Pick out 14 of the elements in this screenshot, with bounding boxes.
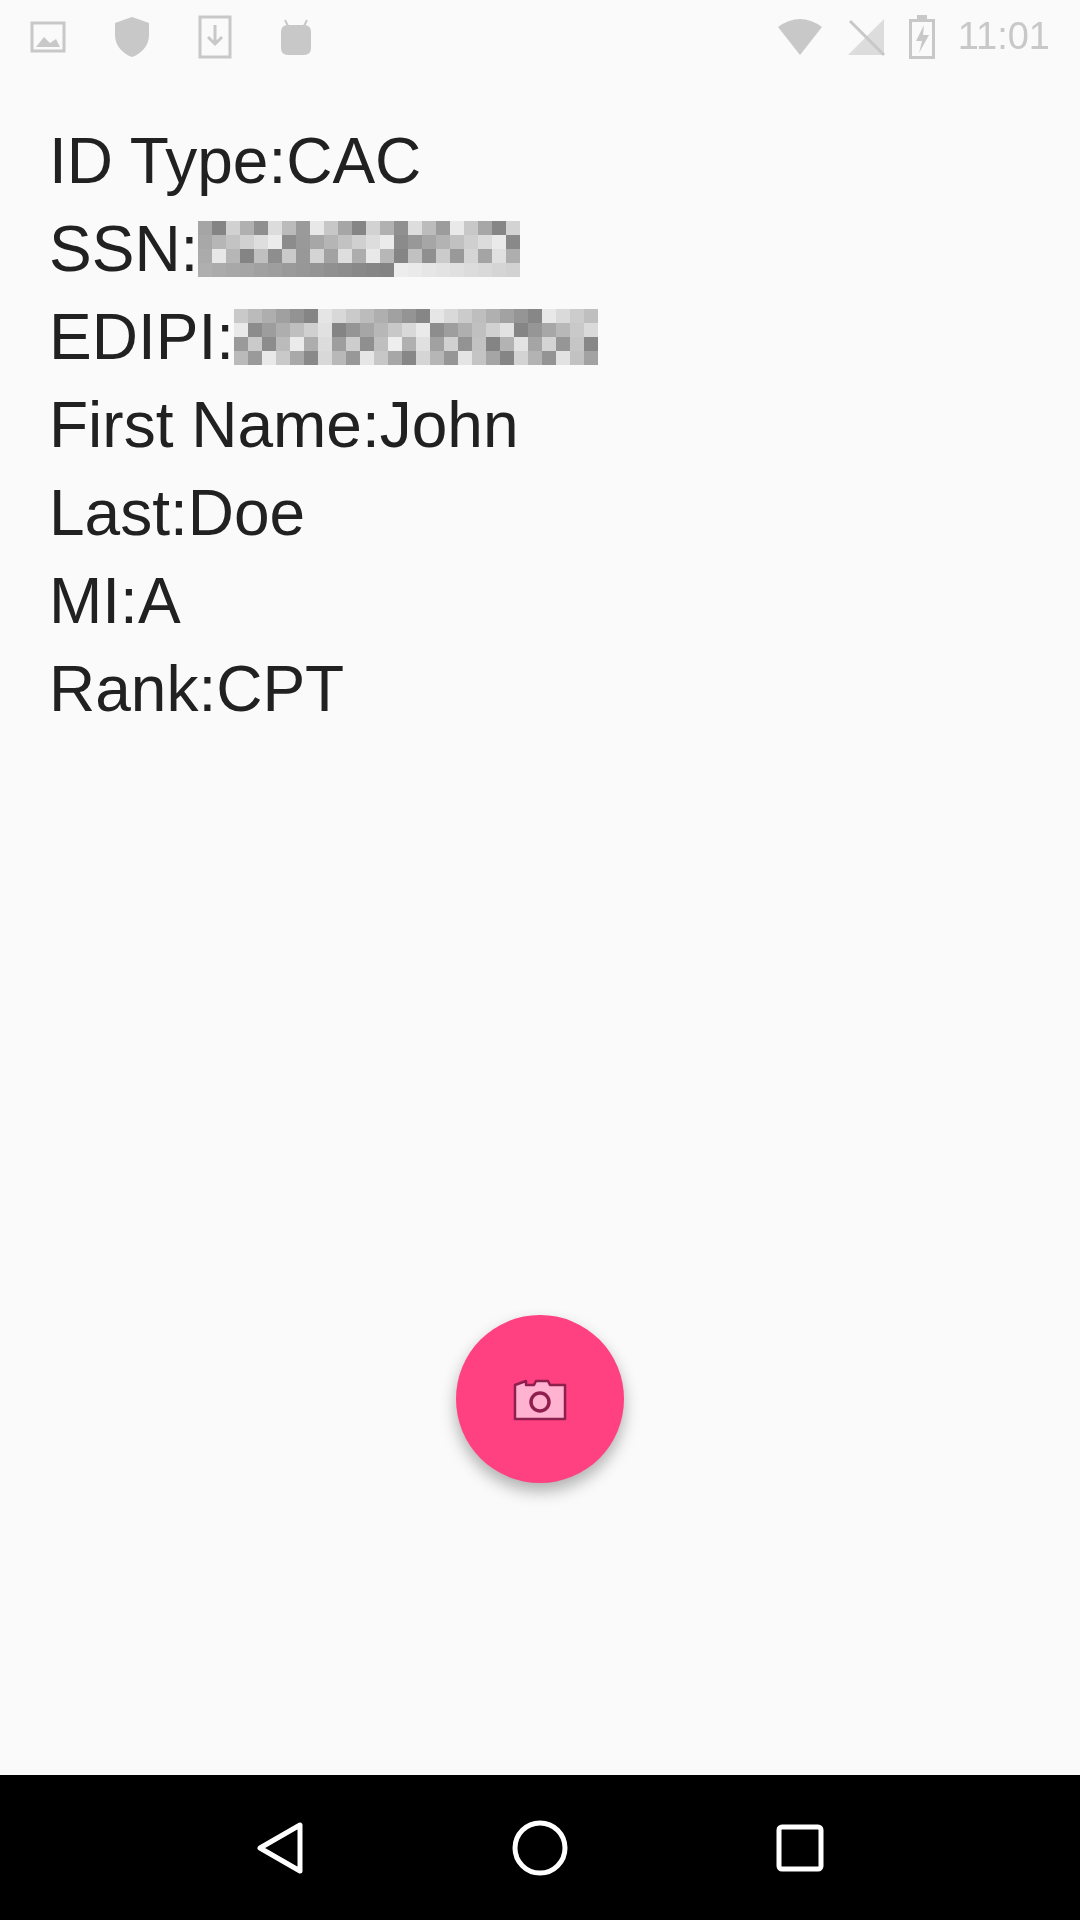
battery-charging-icon bbox=[907, 14, 936, 59]
field-text: EDIPI: bbox=[49, 300, 234, 375]
wifi-icon bbox=[775, 16, 824, 57]
camera-button[interactable] bbox=[456, 1315, 624, 1483]
android-icon bbox=[278, 17, 314, 56]
field-text: Last:Doe bbox=[49, 476, 306, 551]
field-text: Rank:CPT bbox=[49, 652, 345, 727]
field-text: MI:A bbox=[49, 564, 181, 639]
field-text: First Name:John bbox=[49, 388, 519, 463]
download-icon bbox=[198, 14, 232, 59]
field-text: ID Type:CAC bbox=[49, 124, 422, 199]
camera-icon bbox=[512, 1377, 568, 1421]
shield-icon bbox=[112, 14, 152, 59]
field-text: SSN: bbox=[49, 212, 199, 287]
